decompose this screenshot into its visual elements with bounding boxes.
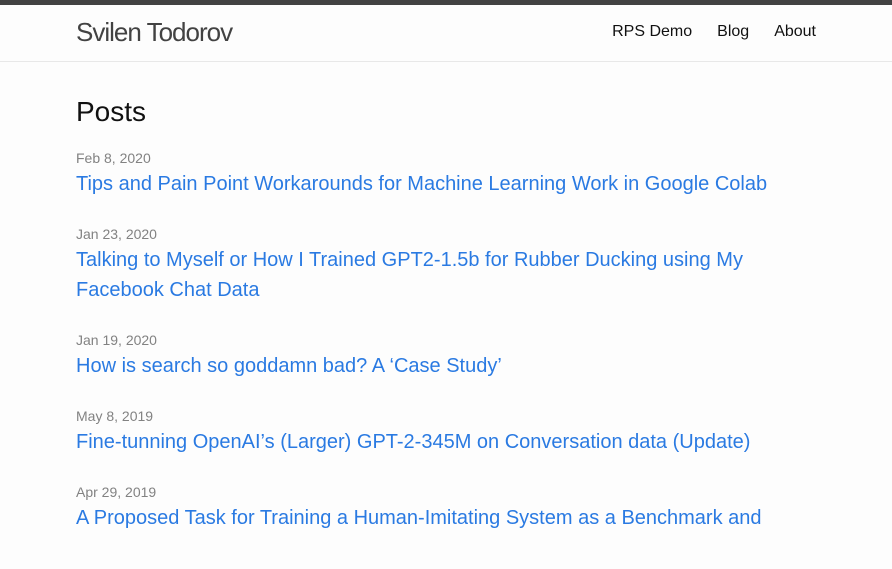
nav-link-blog[interactable]: Blog <box>717 22 749 42</box>
post-list-item: Feb 8, 2020 Tips and Pain Point Workarou… <box>76 149 816 199</box>
site-header: Svilen Todorov RPS Demo Blog About <box>0 5 892 62</box>
post-link[interactable]: Tips and Pain Point Workarounds for Mach… <box>76 169 816 199</box>
post-date: Apr 29, 2019 <box>76 484 157 500</box>
post-list-item: Jan 19, 2020 How is search so goddamn ba… <box>76 331 816 381</box>
post-link[interactable]: Fine-tunning OpenAI’s (Larger) GPT-2-345… <box>76 427 816 457</box>
post-date: Jan 23, 2020 <box>76 226 157 242</box>
post-date: Jan 19, 2020 <box>76 332 157 348</box>
post-date: Feb 8, 2020 <box>76 150 151 166</box>
post-date: May 8, 2019 <box>76 408 154 424</box>
post-list-item: Apr 29, 2019 A Proposed Task for Trainin… <box>76 483 816 533</box>
post-link[interactable]: A Proposed Task for Training a Human-Imi… <box>76 503 816 533</box>
site-title-link[interactable]: Svilen Todorov <box>76 17 233 47</box>
post-list: Feb 8, 2020 Tips and Pain Point Workarou… <box>76 149 816 533</box>
site-nav: RPS Demo Blog About <box>612 22 816 42</box>
page-heading: Posts <box>76 96 147 127</box>
nav-link-rps-demo[interactable]: RPS Demo <box>612 22 692 42</box>
post-link[interactable]: How is search so goddamn bad? A ‘Case St… <box>76 351 816 381</box>
main-content: Posts Feb 8, 2020 Tips and Pain Point Wo… <box>76 62 816 559</box>
post-list-item: Jan 23, 2020 Talking to Myself or How I … <box>76 225 816 305</box>
post-list-item: May 8, 2019 Fine-tunning OpenAI’s (Large… <box>76 407 816 457</box>
nav-link-about[interactable]: About <box>774 22 816 42</box>
post-link[interactable]: Talking to Myself or How I Trained GPT2-… <box>76 245 816 305</box>
